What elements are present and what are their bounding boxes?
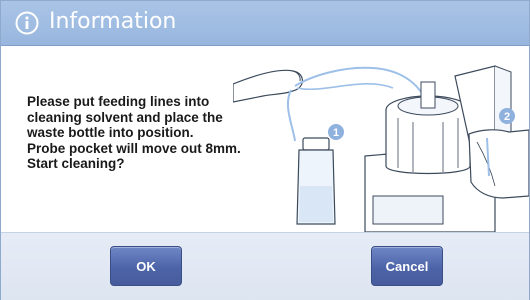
dialog-title: Information [49,9,177,34]
dialog-titlebar: Information [1,1,529,46]
cleaning-illustration: 1 2 [233,65,529,232]
ok-button[interactable]: OK [110,246,182,286]
info-icon [15,11,39,35]
step-marker-2: 2 [504,111,510,123]
step-marker-1: 1 [333,127,339,139]
dialog-message: Please put feeding lines into cleaning s… [27,94,241,172]
information-dialog: Information Please put feeding lines int… [0,0,530,300]
cancel-button[interactable]: Cancel [371,246,443,286]
dialog-footer: OK Cancel [1,232,529,300]
dialog-content: Please put feeding lines into cleaning s… [1,46,529,232]
